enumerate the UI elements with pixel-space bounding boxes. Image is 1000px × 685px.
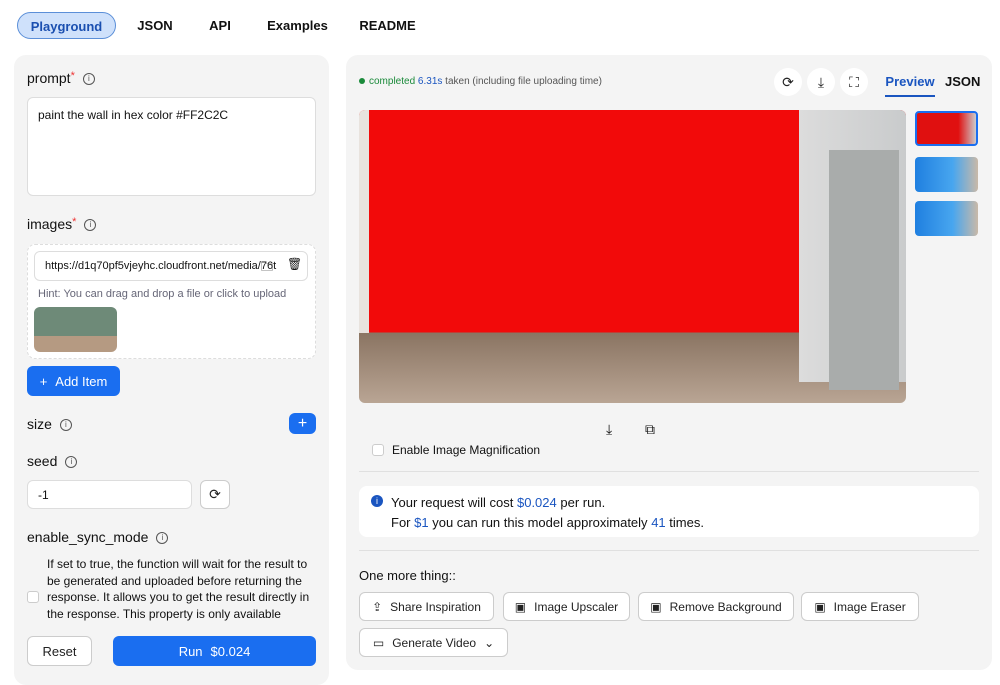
- download-icon[interactable]: ⤓: [807, 68, 835, 96]
- folder-icon[interactable]: 🗀: [261, 258, 273, 279]
- info-filled-icon: i: [371, 495, 383, 507]
- tab-json[interactable]: JSON: [130, 12, 180, 39]
- tab-examples[interactable]: Examples: [260, 12, 335, 39]
- trash-icon[interactable]: 🗑: [287, 257, 302, 271]
- download-image-icon[interactable]: ⤓: [606, 421, 612, 438]
- plus-icon: +: [39, 373, 48, 389]
- output-thumbnail[interactable]: [915, 157, 978, 192]
- info-icon: i: [59, 419, 72, 432]
- sync-mode-description: If set to true, the function will wait f…: [47, 557, 310, 621]
- seed-input[interactable]: -1: [27, 480, 192, 509]
- divider: [359, 550, 979, 551]
- fullscreen-icon[interactable]: ⛶: [840, 68, 868, 96]
- output-thumbnail[interactable]: [915, 201, 978, 236]
- randomize-seed-button[interactable]: ⟳: [200, 480, 230, 509]
- image-icon: ▣: [514, 599, 527, 614]
- size-add-button[interactable]: +: [289, 413, 316, 434]
- output-image[interactable]: [359, 110, 906, 403]
- seed-label: seed i: [27, 453, 78, 469]
- prompt-input[interactable]: paint the wall in hex color #FF2C2C: [27, 97, 316, 196]
- image-url: https://d1q70pf5vjeyhc.cloudfront.net/me…: [45, 260, 277, 272]
- images-label: images* i: [27, 216, 97, 232]
- video-icon: ▭: [372, 635, 385, 650]
- sync-mode-checkbox[interactable]: [27, 591, 39, 603]
- generate-video-button[interactable]: ▭ Generate Video ⌄: [359, 628, 508, 657]
- info-icon: i: [84, 219, 97, 232]
- magnification-checkbox[interactable]: [372, 444, 384, 456]
- output-thumbnail[interactable]: [915, 111, 978, 146]
- more-heading: One more thing::: [359, 568, 456, 583]
- image-icon: ▣: [814, 599, 826, 614]
- tab-output-json[interactable]: JSON: [945, 74, 980, 89]
- magnification-label: Enable Image Magnification: [392, 443, 541, 457]
- tab-readme[interactable]: README: [355, 12, 420, 39]
- image-upscaler-button[interactable]: ▣ Image Upscaler: [503, 592, 630, 621]
- upload-hint: Hint: You can drag and drop a file or cl…: [38, 288, 287, 300]
- cost-info-box: i Your request will cost $0.024 per run.…: [359, 486, 979, 537]
- prompt-label: prompt* i: [27, 70, 95, 86]
- share-icon: ⇪: [372, 599, 383, 614]
- tab-preview[interactable]: Preview: [885, 74, 935, 97]
- share-inspiration-button[interactable]: ⇪ Share Inspiration: [359, 592, 494, 621]
- reset-button[interactable]: Reset: [27, 636, 92, 666]
- sync-mode-label: enable_sync_mode i: [27, 529, 169, 545]
- chevron-down-icon: ⌄: [484, 635, 495, 650]
- size-label: size i: [27, 416, 72, 432]
- open-external-icon[interactable]: ⧉: [645, 421, 655, 438]
- tab-api[interactable]: API: [200, 12, 240, 39]
- divider: [359, 471, 979, 472]
- tab-playground[interactable]: Playground: [17, 12, 116, 39]
- image-eraser-button[interactable]: ▣ Image Eraser: [801, 592, 919, 621]
- info-icon: i: [82, 73, 95, 86]
- image-icon: ▣: [650, 599, 662, 614]
- status-line: completed 6.31s taken (including file up…: [359, 76, 602, 87]
- add-item-button[interactable]: + Add Item: [27, 366, 120, 396]
- info-icon: i: [65, 456, 78, 469]
- remove-background-button[interactable]: ▣ Remove Background: [638, 592, 794, 621]
- status-dot-icon: [359, 78, 365, 84]
- info-icon: i: [156, 532, 169, 545]
- refresh-icon[interactable]: ⟳: [774, 68, 802, 96]
- input-image-thumbnail[interactable]: [34, 307, 117, 352]
- run-button[interactable]: Run $0.024: [113, 636, 316, 666]
